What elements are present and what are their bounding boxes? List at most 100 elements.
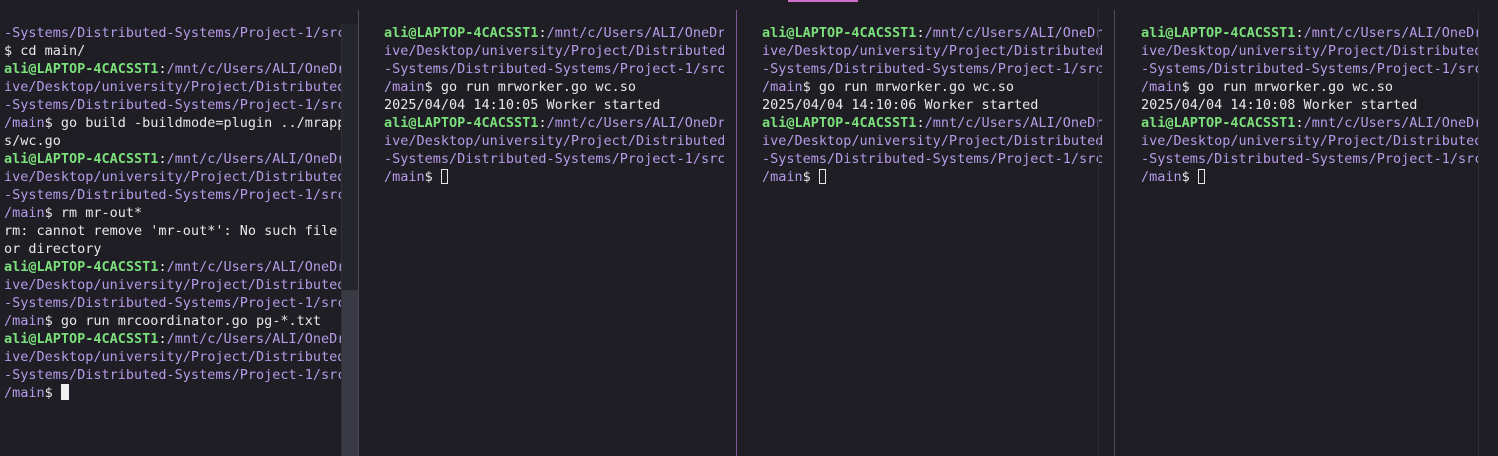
terminal-text: 2025/04/04 14:10:05 Worker started <box>384 97 661 113</box>
terminal-text: : <box>538 25 547 41</box>
pane-divider[interactable] <box>358 10 359 456</box>
terminal-pane-coordinator[interactable]: -Systems/Distributed-Systems/Project-1/s… <box>4 0 342 456</box>
prompt-path: ive/Desktop/university/Project/Distribut… <box>384 43 724 59</box>
terminal-line: -Systems/Distributed-Systems/Project-1/s… <box>4 96 342 114</box>
terminal-cursor <box>440 169 448 184</box>
prompt-path: -Systems/Distributed-Systems/Project-1/s… <box>4 367 342 383</box>
terminal-text: 2025/04/04 14:10:06 Worker started <box>762 97 1039 113</box>
terminal-text: $ go run mrworker.go wc.so <box>424 79 636 95</box>
scrollbar-thumb[interactable] <box>342 290 358 456</box>
terminal-output: -Systems/Distributed-Systems/Project-1/s… <box>4 24 342 402</box>
terminal-text: $ go run mrcoordinator.go pg-*.txt <box>44 313 321 329</box>
terminal-text: 2025/04/04 14:10:08 Worker started <box>1141 97 1418 113</box>
terminal-text: $ <box>1181 169 1198 185</box>
prompt-user-host: ali@LAPTOP-4CACSST1 <box>1141 25 1296 41</box>
terminal-scrollbar[interactable] <box>341 24 358 456</box>
terminal-pane-worker-1[interactable]: ali@LAPTOP-4CACSST1:/mnt/c/Users/ALI/One… <box>384 0 724 456</box>
prompt-path: /main <box>1141 169 1182 185</box>
terminal-line: ive/Desktop/university/Project/Distribut… <box>1141 42 1479 60</box>
prompt-path: /mnt/c/Users/ALI/OneDr <box>166 331 342 347</box>
terminal-line: -Systems/Distributed-Systems/Project-1/s… <box>1141 60 1479 78</box>
terminal-line: /main$ <box>762 168 1102 186</box>
terminal-cursor <box>818 169 826 184</box>
terminal-line: -Systems/Distributed-Systems/Project-1/s… <box>4 294 342 312</box>
prompt-path: -Systems/Distributed-Systems/Project-1/s… <box>4 25 342 41</box>
pane-divider[interactable] <box>1098 10 1099 456</box>
terminal-line: ive/Desktop/university/Project/Distribut… <box>4 348 342 366</box>
terminal-output: ali@LAPTOP-4CACSST1: /mnt/c/Users/ALI/One… <box>762 24 1102 186</box>
terminal-text: : <box>916 115 925 131</box>
prompt-user-host: ali@LAPTOP-4CACSST1 <box>384 25 539 41</box>
prompt-path: /mnt/c/Users/ALI/OneDr <box>166 259 342 275</box>
terminal-line: ive/Desktop/university/Project/Distribut… <box>384 132 724 150</box>
prompt-user-host: ali@LAPTOP-4CACSST1 <box>384 115 539 131</box>
terminal-line: -Systems/Distributed-Systems/Project-1/s… <box>4 186 342 204</box>
terminal-text: $ go build -buildmode=plugin ../mrapp <box>44 115 342 131</box>
terminal-text: $ <box>802 169 819 185</box>
prompt-path: ive/Desktop/university/Project/Distribut… <box>1141 43 1479 59</box>
prompt-path: ive/Desktop/university/Project/Distribut… <box>762 133 1102 149</box>
prompt-user-host: ali@LAPTOP-4CACSST1 <box>762 25 917 41</box>
prompt-user-host: ali@LAPTOP-4CACSST1 <box>4 61 159 77</box>
terminal-line: -Systems/Distributed-Systems/Project-1/s… <box>4 24 342 42</box>
terminal-line: ali@LAPTOP-4CACSST1:/mnt/c/Users/ALI/One… <box>4 60 342 78</box>
prompt-path: /mnt/c/Users/ALI/OneDr <box>546 25 724 41</box>
pane-divider[interactable] <box>1478 10 1479 456</box>
prompt-path: ive/Desktop/university/Project/Distribut… <box>4 277 342 293</box>
terminal-line: ali@LAPTOP-4CACSST1:/mnt/c/Users/ALI/One… <box>4 258 342 276</box>
prompt-path: /main <box>4 115 45 131</box>
prompt-path: /mnt/c/Users/ALI/OneDr <box>1303 115 1479 131</box>
terminal-line: /main$ go run mrworker.go wc.so <box>762 78 1102 96</box>
terminal-text: : <box>158 151 167 167</box>
terminal-line: ive/Desktop/university/Project/Distribut… <box>384 42 724 60</box>
terminal-line: ali@LAPTOP-4CACSST1:/mnt/c/Users/ALI/One… <box>1141 114 1479 132</box>
terminal-text: : <box>1295 115 1304 131</box>
terminal-output: ali@LAPTOP-4CACSST1:/mnt/c/Users/ALI/One… <box>1141 24 1479 186</box>
terminal-line: ive/Desktop/university/Project/Distribut… <box>762 132 1102 150</box>
prompt-path: /main <box>1141 79 1182 95</box>
prompt-path: -Systems/Distributed-Systems/Project-1/s… <box>384 61 724 77</box>
prompt-path: -Systems/Distributed-Systems/Project-1/s… <box>384 151 724 167</box>
prompt-path: /main <box>384 169 425 185</box>
prompt-path: /main <box>4 385 45 401</box>
prompt-path: /mnt/c/Users/ALI/OneDr <box>924 25 1102 41</box>
terminal-line: s/wc.go <box>4 132 342 150</box>
prompt-path: /mnt/c/Users/ALI/OneDr <box>166 151 342 167</box>
terminal-line: -Systems/Distributed-Systems/Project-1/s… <box>384 150 724 168</box>
prompt-path: /main <box>384 79 425 95</box>
terminal-line: ive/Desktop/university/Project/Distribut… <box>4 168 342 186</box>
prompt-path: /main <box>4 313 45 329</box>
terminal-line: 2025/04/04 14:10:05 Worker started <box>384 96 724 114</box>
prompt-path: /main <box>4 205 45 221</box>
terminal-text: : <box>538 115 547 131</box>
prompt-path: ive/Desktop/university/Project/Distribut… <box>4 349 342 365</box>
terminal-line: /main$ go run mrcoordinator.go pg-*.txt <box>4 312 342 330</box>
prompt-user-host: ali@LAPTOP-4CACSST1 <box>4 331 159 347</box>
terminal-line: ive/Desktop/university/Project/Distribut… <box>4 276 342 294</box>
terminal-line: or directory <box>4 240 342 258</box>
terminal-line: /main$ <box>1141 168 1479 186</box>
terminal-text: rm: cannot remove 'mr-out*': No such fil… <box>4 223 338 239</box>
prompt-user-host: ali@LAPTOP-4CACSST1 <box>762 115 917 131</box>
terminal-line: ali@LAPTOP-4CACSST1:/mnt/c/Users/ALI/One… <box>384 114 724 132</box>
prompt-path: -Systems/Distributed-Systems/Project-1/s… <box>762 151 1102 167</box>
prompt-path: /mnt/c/Users/ALI/OneDr <box>546 115 724 131</box>
terminal-pane-worker-2[interactable]: ali@LAPTOP-4CACSST1: /mnt/c/Users/ALI/One… <box>762 0 1102 456</box>
terminal-line: -Systems/Distributed-Systems/Project-1/s… <box>4 366 342 384</box>
terminal-line: ali@LAPTOP-4CACSST1:/mnt/c/Users/ALI/One… <box>384 24 724 42</box>
terminal-pane-worker-3[interactable]: ali@LAPTOP-4CACSST1:/mnt/c/Users/ALI/One… <box>1141 0 1479 456</box>
terminal-text: $ rm mr-out* <box>44 205 143 221</box>
terminal-text: $ <box>44 385 61 401</box>
pane-divider[interactable] <box>1114 10 1115 456</box>
terminal-line: 2025/04/04 14:10:06 Worker started <box>762 96 1102 114</box>
terminal-output: ali@LAPTOP-4CACSST1:/mnt/c/Users/ALI/One… <box>384 24 724 186</box>
terminal-cursor <box>60 384 69 400</box>
prompt-user-host: ali@LAPTOP-4CACSST1 <box>4 151 159 167</box>
pane-divider[interactable] <box>736 10 737 456</box>
terminal-line: $ cd main/ <box>4 42 342 60</box>
prompt-user-host: ali@LAPTOP-4CACSST1 <box>4 259 159 275</box>
terminal-text: s/wc.go <box>4 133 61 149</box>
terminal-line: ive/Desktop/university/Project/Distribut… <box>4 78 342 96</box>
terminal-line: ali@LAPTOP-4CACSST1:/mnt/c/Users/ALI/One… <box>762 114 1102 132</box>
prompt-path: /mnt/c/Users/ALI/OneDr <box>1303 25 1479 41</box>
